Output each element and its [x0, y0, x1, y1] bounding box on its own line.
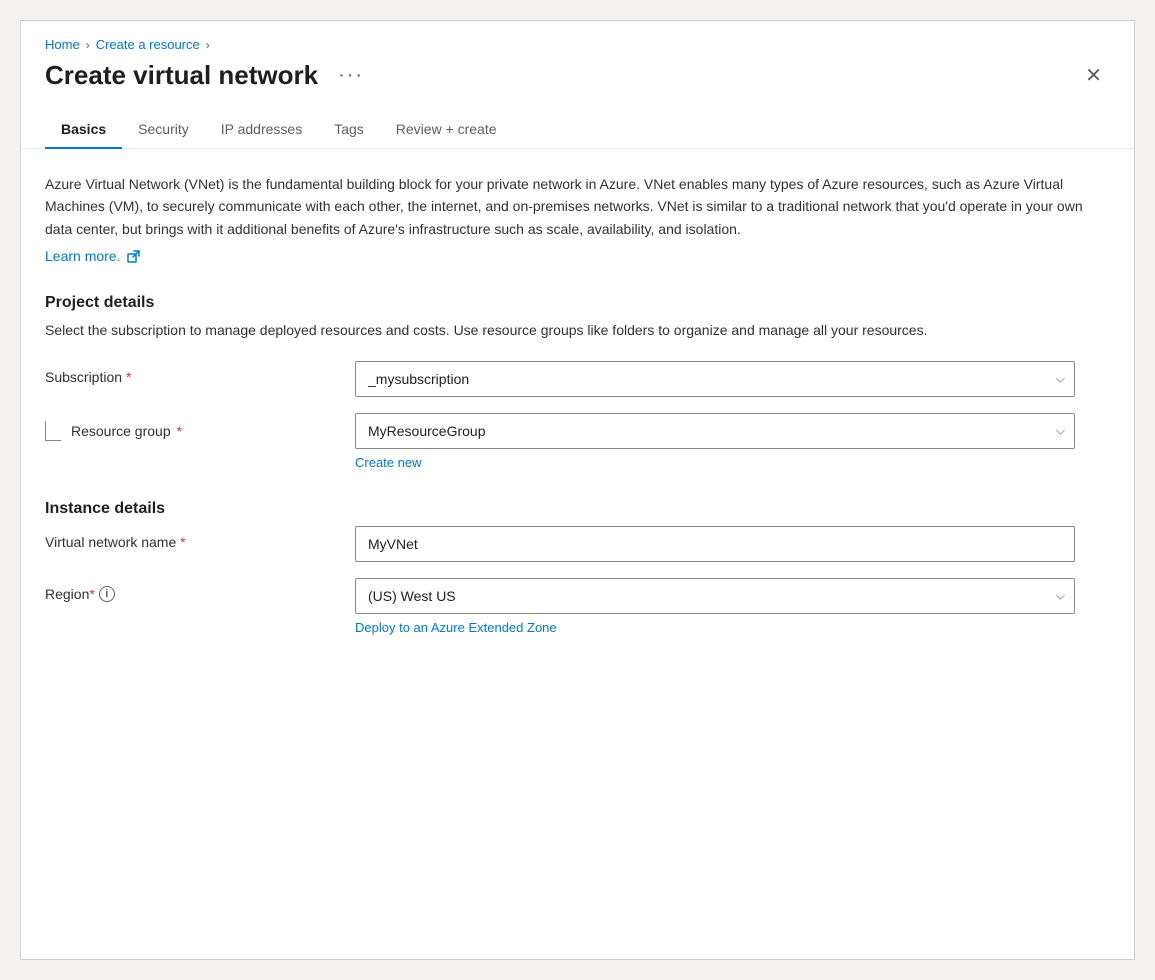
instance-details-title: Instance details — [45, 500, 1110, 518]
resource-group-control: MyResourceGroup ⌵ Create new — [355, 413, 1075, 472]
more-options-button[interactable]: ··· — [330, 60, 372, 91]
project-details-section: Project details Select the subscription … — [45, 294, 1110, 472]
region-dropdown[interactable]: (US) West US — [355, 578, 1075, 614]
breadcrumb: Home › Create a resource › — [45, 37, 1110, 52]
subscription-label: Subscription * — [45, 361, 355, 385]
create-vnet-panel: Home › Create a resource › Create virtua… — [20, 20, 1135, 960]
resource-group-row: Resource group * MyResourceGroup ⌵ Creat… — [45, 413, 1110, 472]
project-details-desc: Select the subscription to manage deploy… — [45, 320, 1110, 341]
tab-review-create[interactable]: Review + create — [380, 111, 513, 149]
tab-ip-addresses[interactable]: IP addresses — [205, 111, 318, 149]
external-link-icon — [127, 250, 140, 263]
instance-details-section: Instance details Virtual network name * … — [45, 500, 1110, 637]
vnet-name-required: * — [180, 534, 185, 550]
breadcrumb-create-resource[interactable]: Create a resource — [96, 37, 200, 52]
vnet-name-control — [355, 526, 1075, 562]
tab-basics[interactable]: Basics — [45, 111, 122, 149]
tab-tags[interactable]: Tags — [318, 111, 380, 149]
breadcrumb-home[interactable]: Home — [45, 37, 80, 52]
title-left: Create virtual network ··· — [45, 60, 372, 91]
content-area: Azure Virtual Network (VNet) is the fund… — [21, 149, 1134, 677]
close-button[interactable]: ✕ — [1077, 62, 1110, 90]
region-dropdown-container: (US) West US ⌵ — [355, 578, 1075, 614]
vnet-name-row: Virtual network name * — [45, 526, 1110, 562]
resource-group-dropdown-container: MyResourceGroup ⌵ — [355, 413, 1075, 449]
subscription-dropdown[interactable]: _mysubscription — [355, 361, 1075, 397]
subscription-control: _mysubscription ⌵ — [355, 361, 1075, 397]
page-title: Create virtual network — [45, 60, 318, 91]
project-details-title: Project details — [45, 294, 1110, 312]
learn-more-link[interactable]: Learn more. — [45, 248, 140, 264]
resource-group-label: Resource group * — [45, 413, 355, 441]
region-required: * — [89, 586, 94, 602]
description-text: Azure Virtual Network (VNet) is the fund… — [45, 173, 1105, 240]
vnet-name-label: Virtual network name * — [45, 526, 355, 550]
indent-line — [45, 421, 61, 441]
region-label: Region * i — [45, 578, 355, 602]
tab-security[interactable]: Security — [122, 111, 205, 149]
breadcrumb-sep-2: › — [206, 38, 210, 52]
vnet-name-input[interactable] — [355, 526, 1075, 562]
tabs-nav: Basics Security IP addresses Tags Review… — [21, 111, 1134, 149]
resource-group-required: * — [177, 423, 182, 439]
region-info-icon[interactable]: i — [99, 586, 115, 602]
subscription-required: * — [126, 369, 131, 385]
region-control: (US) West US ⌵ Deploy to an Azure Extend… — [355, 578, 1075, 637]
subscription-row: Subscription * _mysubscription ⌵ — [45, 361, 1110, 397]
breadcrumb-sep-1: › — [86, 38, 90, 52]
subscription-dropdown-container: _mysubscription ⌵ — [355, 361, 1075, 397]
create-new-link[interactable]: Create new — [355, 455, 421, 470]
learn-more-label: Learn more. — [45, 248, 120, 264]
resource-group-dropdown[interactable]: MyResourceGroup — [355, 413, 1075, 449]
deploy-extended-zone-link[interactable]: Deploy to an Azure Extended Zone — [355, 620, 557, 635]
title-row: Create virtual network ··· ✕ — [45, 60, 1110, 91]
region-row: Region * i (US) West US ⌵ Deploy to an A… — [45, 578, 1110, 637]
panel-header: Home › Create a resource › Create virtua… — [21, 21, 1134, 91]
